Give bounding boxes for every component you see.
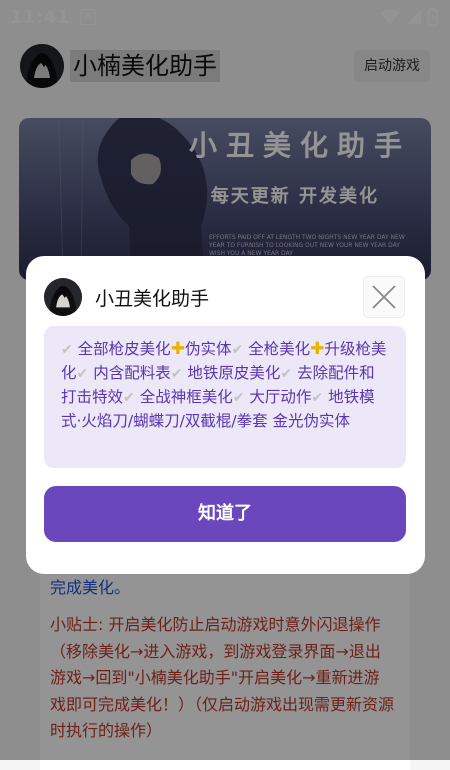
feature-item: 地铁原皮美化 [187,364,281,382]
check-icon: ✔ [231,342,244,358]
check-icon: ✔ [232,390,245,406]
feature-item: 内含配料表 [93,364,171,382]
feature-dialog: 小丑美化助手 ✔ 全部枪皮美化✚伪实体✔ 全枪美化✚升级枪美化✔ 内含配料表✔ … [26,256,425,574]
check-icon: ✔ [76,366,89,382]
check-icon: ✔ [61,342,73,358]
check-icon: ✔ [311,390,324,406]
feature-item: 全枪美化 [248,340,311,358]
feature-item: 全战神框美化 [139,388,233,406]
dialog-avatar [44,278,82,316]
feature-list: ✔ 全部枪皮美化✚伪实体✔ 全枪美化✚升级枪美化✔ 内含配料表✔ 地铁原皮美化✔… [44,326,406,468]
check-icon: ✔ [170,366,183,382]
feature-item: 全部枪皮美化 [77,340,171,358]
feature-item: 大厅动作 [249,388,312,406]
close-icon [372,285,396,309]
dialog-title: 小丑美化助手 [95,288,210,310]
feature-item: 伪实体 [184,340,232,358]
check-icon: ✔ [123,390,135,406]
plus-icon: ✚ [310,339,325,359]
plus-icon: ✚ [170,339,185,359]
check-icon: ✔ [280,366,293,382]
confirm-button[interactable]: 知道了 [44,486,406,542]
close-button[interactable] [363,276,405,318]
avatar-portrait-icon [44,278,82,316]
